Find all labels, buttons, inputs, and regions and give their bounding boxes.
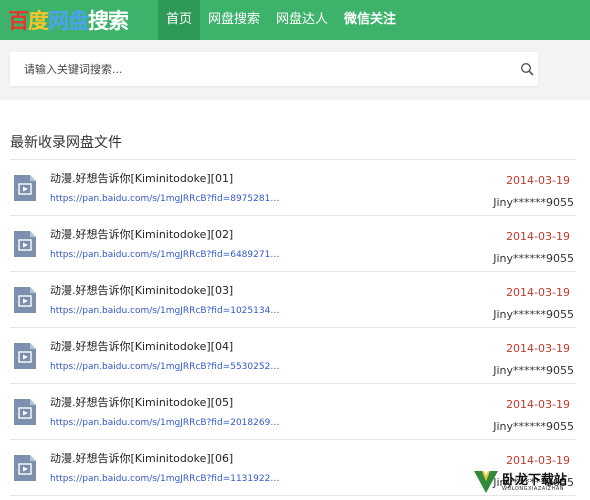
file-link[interactable]: https://pan.baidu.com/s/1mgJRRcB?fid=897… bbox=[50, 194, 280, 204]
video-file-icon bbox=[14, 343, 36, 369]
video-file-icon bbox=[14, 175, 36, 201]
logo-char: 搜 bbox=[88, 9, 109, 33]
nav-home[interactable]: 首页 bbox=[158, 0, 201, 40]
logo-char: 网 bbox=[48, 9, 69, 33]
watermark-subtext: WOLONGXIAZAIZHAN bbox=[502, 486, 565, 492]
nav-netdisk-experts[interactable]: 网盘达人 bbox=[268, 0, 336, 40]
file-name[interactable]: 动漫.好想告诉你[Kiminitodoke][04] bbox=[50, 338, 233, 354]
content-panel: 最新收录网盘文件 动漫.好想告诉你[Kiminitodoke][01] https… bbox=[0, 100, 590, 500]
file-row[interactable]: 动漫.好想告诉你[Kiminitodoke][02] https://pan.ba… bbox=[10, 216, 576, 272]
file-link[interactable]: https://pan.baidu.com/s/1mgJRRcB?fid=553… bbox=[50, 362, 280, 372]
file-date: 2014-03-19 bbox=[506, 230, 570, 243]
file-list: 动漫.好想告诉你[Kiminitodoke][01] https://pan.ba… bbox=[0, 160, 590, 496]
main-nav: 首页 网盘搜索 网盘达人 微信关注 bbox=[158, 0, 404, 40]
site-logo[interactable]: 百度网盘搜索 bbox=[0, 0, 158, 40]
video-file-icon bbox=[14, 287, 36, 313]
search-bar bbox=[10, 52, 538, 86]
logo-char: 度 bbox=[28, 9, 49, 33]
file-name[interactable]: 动漫.好想告诉你[Kiminitodoke][01] bbox=[50, 170, 233, 186]
file-link[interactable]: https://pan.baidu.com/s/1mgJRRcB?fid=102… bbox=[50, 306, 280, 316]
file-row[interactable]: 动漫.好想告诉你[Kiminitodoke][01] https://pan.ba… bbox=[10, 160, 576, 216]
file-row[interactable]: 动漫.好想告诉你[Kiminitodoke][03] https://pan.ba… bbox=[10, 272, 576, 328]
video-file-icon bbox=[14, 231, 36, 257]
file-link[interactable]: https://pan.baidu.com/s/1mgJRRcB?fid=201… bbox=[50, 418, 280, 428]
search-icon[interactable] bbox=[520, 62, 534, 76]
file-uploader: Jiny******9055 bbox=[493, 252, 574, 265]
file-name[interactable]: 动漫.好想告诉你[Kiminitodoke][06] bbox=[50, 450, 233, 466]
file-uploader: Jiny******9055 bbox=[493, 420, 574, 433]
file-name[interactable]: 动漫.好想告诉你[Kiminitodoke][03] bbox=[50, 282, 233, 298]
logo-char: 索 bbox=[108, 9, 129, 33]
logo-char: 百 bbox=[8, 9, 29, 33]
file-link[interactable]: https://pan.baidu.com/s/1mgJRRcB?fid=113… bbox=[50, 474, 280, 484]
file-uploader: Jiny******9055 bbox=[493, 364, 574, 377]
file-name[interactable]: 动漫.好想告诉你[Kiminitodoke][05] bbox=[50, 394, 233, 410]
file-date: 2014-03-19 bbox=[506, 398, 570, 411]
file-date: 2014-03-19 bbox=[506, 342, 570, 355]
nav-wechat-follow[interactable]: 微信关注 bbox=[336, 0, 404, 40]
nav-netdisk-search[interactable]: 网盘搜索 bbox=[200, 0, 268, 40]
file-uploader: Jiny******9055 bbox=[493, 196, 574, 209]
section-title: 最新收录网盘文件 bbox=[10, 135, 122, 151]
file-date: 2014-03-19 bbox=[506, 286, 570, 299]
top-navbar: 百度网盘搜索 首页 网盘搜索 网盘达人 微信关注 bbox=[0, 0, 590, 40]
video-file-icon bbox=[14, 399, 36, 425]
dragon-logo-icon bbox=[474, 471, 498, 493]
file-row[interactable]: 动漫.好想告诉你[Kiminitodoke][04] https://pan.ba… bbox=[10, 328, 576, 384]
search-input[interactable] bbox=[24, 60, 494, 78]
file-row[interactable]: 动漫.好想告诉你[Kiminitodoke][05] https://pan.ba… bbox=[10, 384, 576, 440]
file-link[interactable]: https://pan.baidu.com/s/1mgJRRcB?fid=648… bbox=[50, 250, 280, 260]
file-uploader: Jiny******9055 bbox=[493, 308, 574, 321]
file-name[interactable]: 动漫.好想告诉你[Kiminitodoke][02] bbox=[50, 226, 233, 242]
file-date: 2014-03-19 bbox=[506, 174, 570, 187]
video-file-icon bbox=[14, 455, 36, 481]
watermark: 卧龙下载站 WOLONGXIAZAIZHAN bbox=[472, 466, 584, 496]
logo-char: 盘 bbox=[68, 9, 89, 33]
